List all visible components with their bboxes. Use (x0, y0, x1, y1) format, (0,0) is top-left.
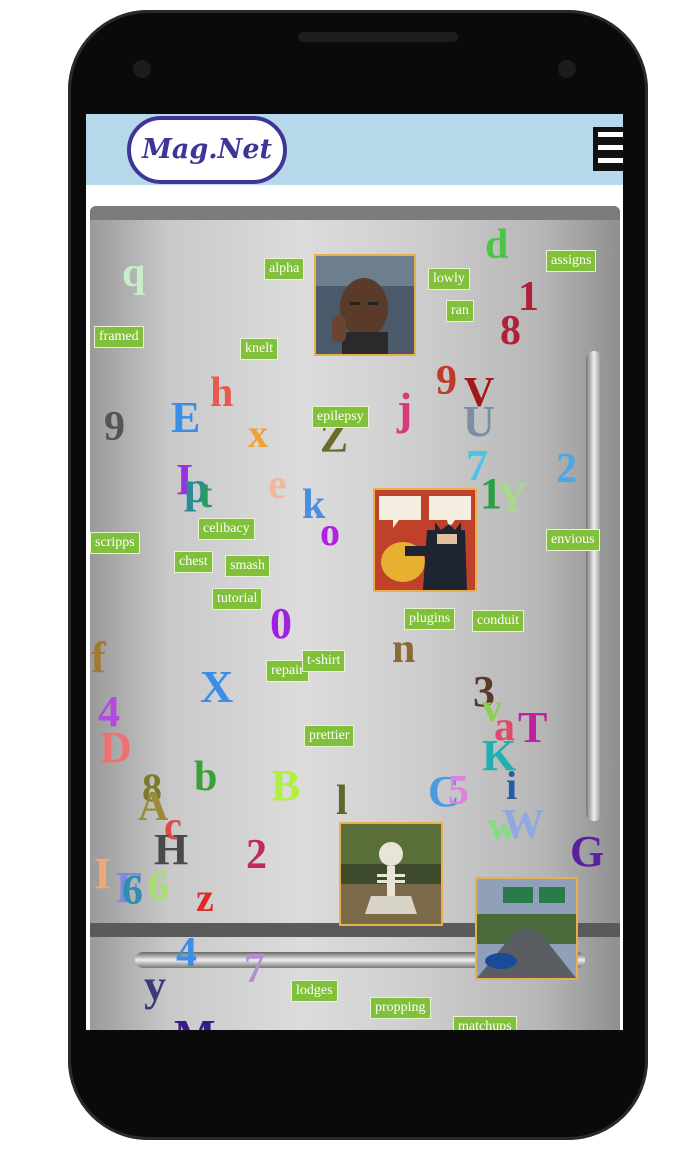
letter-magnet[interactable]: e (268, 464, 287, 506)
meme-image-1[interactable] (314, 254, 416, 356)
phone-sensor (133, 60, 151, 78)
meme-image-2[interactable] (373, 488, 477, 592)
letter-magnet[interactable]: W (502, 804, 544, 846)
word-magnet[interactable]: prettier (304, 725, 355, 747)
letter-magnet[interactable]: b (194, 756, 217, 798)
letter-magnet[interactable]: 9 (104, 406, 125, 448)
word-magnet[interactable]: envious (546, 529, 600, 551)
letter-magnet[interactable]: Y (496, 476, 528, 520)
header-bar: Mag.Net (86, 114, 623, 185)
word-magnet[interactable]: epilepsy (312, 406, 369, 428)
letter-magnet[interactable]: 2 (246, 834, 267, 876)
word-magnet[interactable]: conduit (472, 610, 524, 632)
word-magnet[interactable]: lowly (428, 268, 470, 290)
letter-magnet[interactable]: T (518, 706, 547, 750)
letter-magnet[interactable]: h (210, 372, 233, 414)
word-magnet[interactable]: matchups (453, 1016, 517, 1030)
fridge-door-handle (586, 351, 602, 821)
letter-magnet[interactable]: 0 (270, 602, 292, 646)
letter-magnet[interactable]: E (171, 396, 200, 440)
letter-magnet[interactable]: M (174, 1014, 216, 1031)
word-magnet[interactable]: framed (94, 326, 144, 348)
letter-magnet[interactable]: 6 (148, 866, 169, 908)
letter-magnet[interactable]: 9 (436, 360, 457, 402)
letter-magnet[interactable]: i (506, 766, 517, 806)
word-magnet[interactable]: knelt (240, 338, 278, 360)
word-magnet[interactable]: t-shirt (302, 650, 346, 672)
fridge-top-edge (90, 206, 620, 220)
letter-magnet[interactable]: 7 (244, 948, 265, 990)
letter-magnet[interactable]: l (336, 780, 348, 822)
word-magnet[interactable]: tutorial (212, 588, 263, 610)
letter-magnet[interactable]: f (91, 636, 106, 680)
letter-magnet[interactable]: o (320, 512, 340, 552)
word-magnet[interactable]: celibacy (198, 518, 255, 540)
letter-magnet[interactable]: j (397, 386, 412, 432)
letter-magnet[interactable]: I (94, 852, 111, 896)
phone-screen: Mag.Net q d 1 8 h 9 V E x j U 9 Z 7 2 I … (86, 114, 623, 1030)
letter-magnet[interactable]: G (570, 830, 604, 874)
letter-magnet[interactable]: 1 (518, 276, 539, 318)
letter-magnet[interactable]: B (271, 764, 300, 808)
phone-speaker (298, 32, 458, 42)
word-magnet[interactable]: lodges (291, 980, 338, 1002)
letter-magnet[interactable]: U (463, 400, 495, 444)
letter-magnet[interactable]: z (196, 878, 214, 918)
word-magnet[interactable]: chest (174, 551, 213, 573)
word-magnet[interactable]: propping (370, 997, 431, 1019)
word-magnet[interactable]: plugins (404, 608, 456, 630)
letter-magnet[interactable]: t (199, 474, 212, 514)
word-magnet[interactable]: assigns (546, 250, 597, 272)
letter-magnet[interactable]: n (392, 628, 415, 670)
letter-magnet[interactable]: 4 (176, 932, 197, 974)
letter-magnet[interactable]: x (248, 414, 268, 454)
app-logo[interactable]: Mag.Net (127, 116, 287, 184)
meme-image-3[interactable] (339, 822, 443, 926)
letter-magnet[interactable]: 8 (500, 310, 521, 352)
letter-magnet[interactable]: y (144, 964, 166, 1008)
meme-image-4[interactable] (475, 877, 578, 980)
phone-camera (558, 60, 576, 78)
letter-magnet[interactable]: D (100, 726, 132, 770)
letter-magnet[interactable]: q (122, 252, 145, 294)
letter-magnet[interactable]: X (200, 664, 233, 710)
word-magnet[interactable]: ran (446, 300, 474, 322)
hamburger-menu-icon[interactable] (593, 127, 623, 171)
word-magnet[interactable]: alpha (264, 258, 305, 280)
word-magnet[interactable]: smash (225, 555, 270, 577)
letter-magnet[interactable]: 6 (122, 870, 143, 912)
letter-magnet[interactable]: d (485, 224, 508, 266)
word-magnet[interactable]: scripps (90, 532, 140, 554)
letter-magnet[interactable]: 5 (448, 770, 469, 812)
letter-magnet[interactable]: 2 (556, 448, 577, 490)
